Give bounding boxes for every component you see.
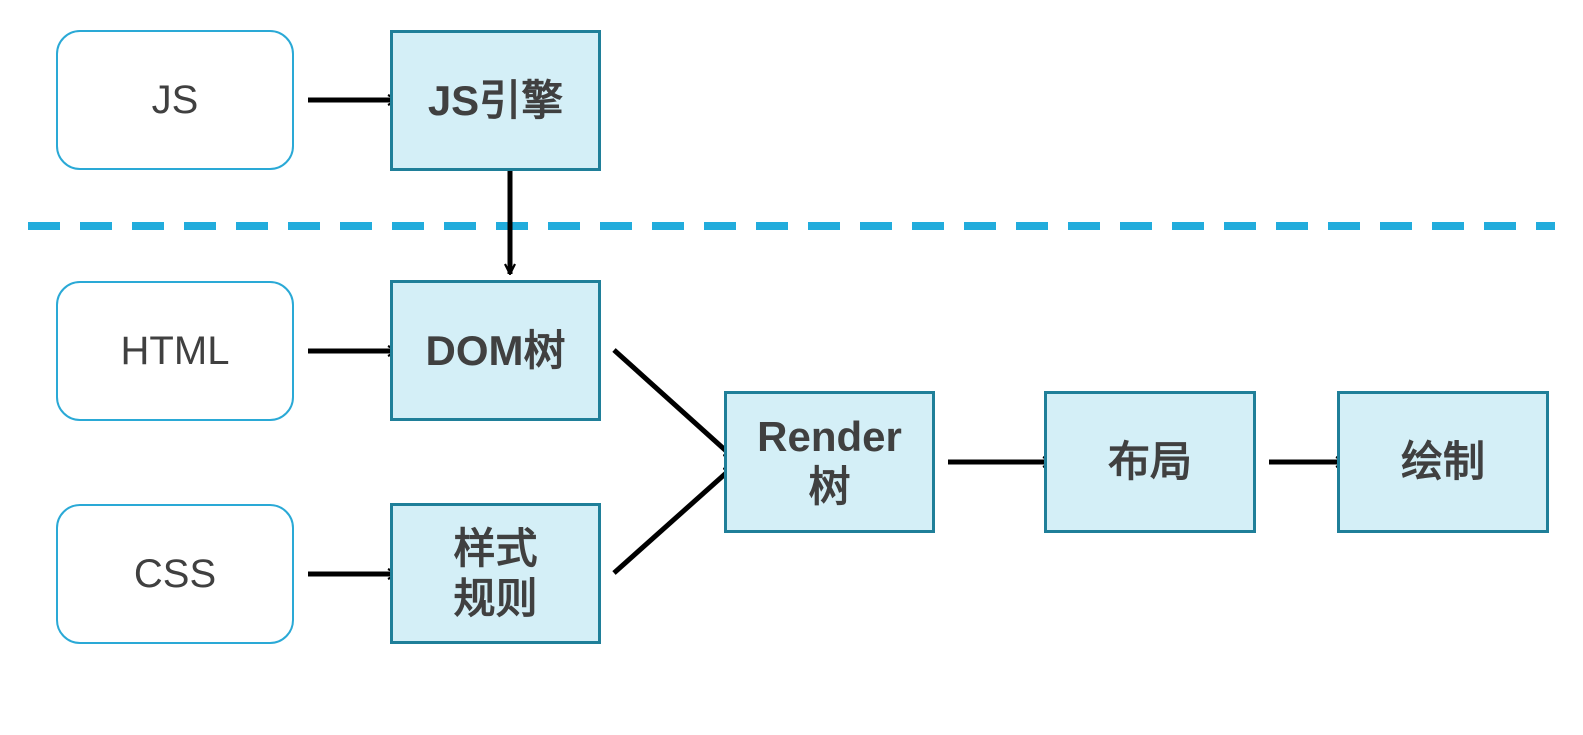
layout-label: 布局 xyxy=(1107,438,1192,485)
js-engine-label: JS引擎 xyxy=(427,76,564,124)
render-tree-label-line2: 树 xyxy=(808,463,851,510)
html-source-label: HTML xyxy=(120,328,230,373)
js-engine-node: JS引擎 xyxy=(390,30,601,171)
arrow-dom-to-render xyxy=(612,348,734,460)
render-tree-node: Render 树 xyxy=(724,391,935,533)
render-tree-label-line1: Render xyxy=(757,413,902,460)
style-rules-label-line2: 规则 xyxy=(453,574,538,622)
css-source-label: CSS xyxy=(133,551,217,596)
dom-tree-node: DOM树 xyxy=(390,280,601,421)
html-source-node: HTML xyxy=(56,281,294,421)
style-rules-label-line1: 样式 xyxy=(453,524,538,572)
paint-node: 绘制 xyxy=(1337,391,1549,533)
layout-node: 布局 xyxy=(1044,391,1256,533)
js-source-label: JS xyxy=(151,77,199,122)
js-source-node: JS xyxy=(56,30,294,170)
dom-tree-label: DOM树 xyxy=(425,326,566,374)
style-rules-node: 样式 规则 xyxy=(390,503,601,644)
paint-label: 绘制 xyxy=(1400,438,1485,485)
arrow-style-to-render xyxy=(612,464,734,575)
css-source-node: CSS xyxy=(56,504,294,644)
